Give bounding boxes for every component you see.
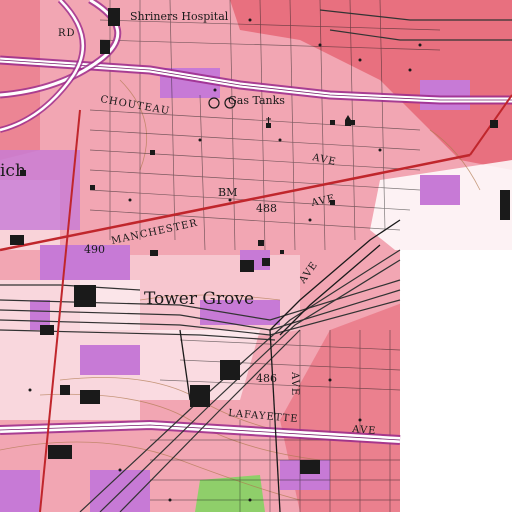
topo-map[interactable]: Shriners Hospital RD CHOUTEAU Gas Tanks … — [0, 0, 512, 512]
benchmark-elevation-label: 488 — [256, 202, 277, 215]
avenue-label-4: AVE — [351, 424, 377, 437]
unmapped-white-area — [400, 250, 512, 512]
shriners-hospital-label: Shriners Hospital — [130, 10, 229, 23]
dense-urban-area-west — [0, 0, 40, 160]
map-canvas: Shriners Hospital RD CHOUTEAU Gas Tanks … — [0, 0, 512, 512]
road-label: RD — [58, 28, 76, 39]
tower-grove-label: Tower Grove — [144, 289, 254, 309]
gas-tanks-label: Gas Tanks — [228, 94, 285, 107]
partial-church-label: ich — [0, 161, 26, 181]
park-area — [195, 475, 265, 512]
benchmark-label: BM — [218, 186, 237, 199]
avenue-label-vertical: AVE — [289, 371, 300, 396]
elevation-490-label: 490 — [84, 243, 105, 256]
elevation-486-label: 486 — [256, 372, 277, 385]
